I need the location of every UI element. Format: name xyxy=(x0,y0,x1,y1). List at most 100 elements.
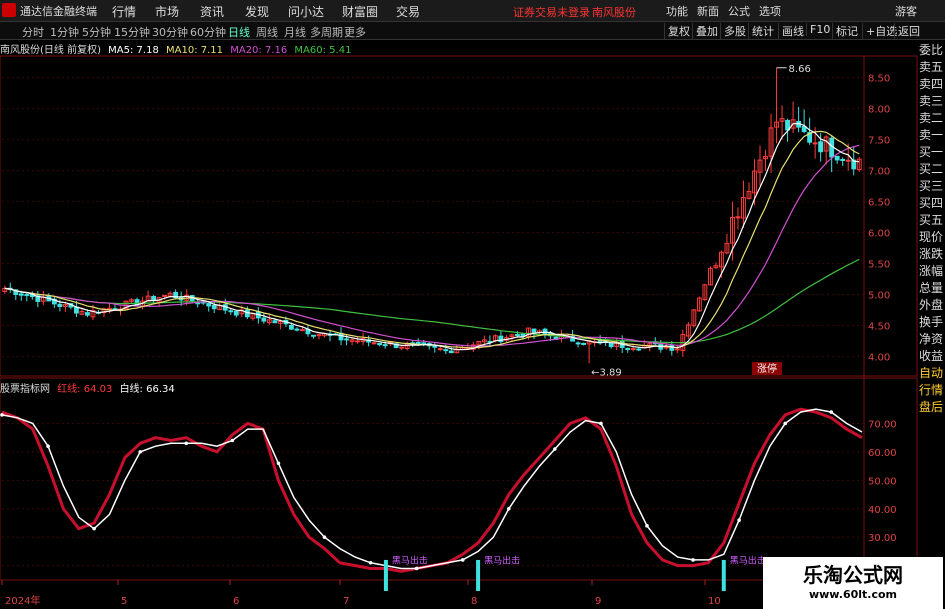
candle-body xyxy=(233,310,239,316)
candle-body xyxy=(443,349,449,352)
x-tick-label: 2024年 xyxy=(5,594,40,607)
candle-body xyxy=(840,159,846,162)
candle-body xyxy=(575,342,581,345)
signal-bar xyxy=(383,559,388,591)
candle-body xyxy=(812,142,818,145)
indicator-tick-label: 60.00 xyxy=(868,448,897,459)
price-tick-label: 6.50 xyxy=(868,198,890,209)
sidebar-item-ask2[interactable]: 卖二 xyxy=(917,110,945,127)
sidebar-item-ask5[interactable]: 卖五 xyxy=(917,59,945,76)
indicator-tick-label: 50.00 xyxy=(868,476,897,487)
sidebar-item-bid1[interactable]: 买一 xyxy=(917,144,945,161)
candle-body xyxy=(18,293,24,296)
sidebar-item-ask1[interactable]: 卖一 xyxy=(917,127,945,144)
high-price-annotation: 8.66 xyxy=(789,64,811,75)
white-line-point xyxy=(0,413,4,417)
candle-body xyxy=(625,347,631,350)
x-tick-label: 5 xyxy=(121,596,127,607)
white-line-point xyxy=(276,461,281,466)
candle-body xyxy=(85,312,90,316)
price-panel-frame xyxy=(0,55,918,377)
quote-sidebar: 委比 卖五 卖四 卖三 卖二 卖一 买一 买二 买三 买四 买五 现价 涨跌 涨… xyxy=(917,42,945,582)
sidebar-item-after-hours[interactable]: 盘后 xyxy=(917,399,945,416)
candle-body xyxy=(294,328,300,331)
watermark-url: www.60lt.com xyxy=(808,588,898,601)
indicator-tick-label: 40.00 xyxy=(868,505,897,516)
indicator-tick-label: 70.00 xyxy=(868,419,897,430)
signal-bar xyxy=(721,559,726,591)
white-line-point xyxy=(92,526,96,531)
candle-body xyxy=(311,334,316,337)
site-watermark: 乐淘公式网 www.60lt.com xyxy=(763,557,943,609)
candle-body xyxy=(432,345,438,348)
price-tick-label: 7.00 xyxy=(868,167,890,178)
candle-body xyxy=(845,159,851,162)
candle-body xyxy=(344,338,349,341)
candle-body xyxy=(834,155,840,161)
white-line-point xyxy=(414,566,419,571)
sidebar-item-turnover[interactable]: 换手 xyxy=(917,314,945,331)
signal-label: 黑马出击 xyxy=(392,555,428,567)
indicator-tick-label: 30.00 xyxy=(868,533,897,544)
indicator-panel-frame xyxy=(0,377,918,581)
sidebar-item-net-asset[interactable]: 净资 xyxy=(917,331,945,348)
sidebar-item-ask3[interactable]: 卖三 xyxy=(917,93,945,110)
candle-body xyxy=(272,320,278,324)
red-indicator-line xyxy=(1,407,863,573)
white-indicator-line xyxy=(1,408,863,570)
sidebar-item-bid2[interactable]: 买二 xyxy=(917,161,945,178)
candle-body xyxy=(581,342,587,345)
sidebar-item-outer[interactable]: 外盘 xyxy=(917,297,945,314)
sidebar-item-volume[interactable]: 总量 xyxy=(917,280,945,297)
sidebar-item-change-pct[interactable]: 涨幅 xyxy=(917,263,945,280)
white-line-point xyxy=(645,524,649,528)
sidebar-item-earnings[interactable]: 收益 xyxy=(917,348,945,365)
white-line-point xyxy=(783,421,788,426)
candle-body xyxy=(288,324,294,330)
x-tick-label: 6 xyxy=(233,596,239,607)
signal-label: 黑马出击 xyxy=(484,555,520,567)
white-line-point xyxy=(46,444,50,448)
candle-body xyxy=(206,303,212,307)
candle-body xyxy=(674,348,680,351)
price-tick-label: 5.50 xyxy=(868,260,890,271)
candle-body xyxy=(24,294,30,297)
white-line-point xyxy=(737,518,741,522)
candle-body xyxy=(162,294,168,297)
x-tick-label: 7 xyxy=(343,596,349,607)
candle-body xyxy=(211,304,217,310)
sidebar-item-bid3[interactable]: 买三 xyxy=(917,178,945,195)
x-tick-label: 9 xyxy=(595,596,601,607)
price-tick-label: 6.00 xyxy=(868,229,890,240)
price-tick-label: 8.00 xyxy=(868,105,890,116)
candle-body xyxy=(355,340,361,343)
price-tick-label: 4.50 xyxy=(868,322,890,333)
sidebar-item-price[interactable]: 现价 xyxy=(917,229,945,246)
candle-body xyxy=(608,342,614,348)
white-line-point xyxy=(829,410,834,414)
white-line-point xyxy=(599,421,603,426)
candle-body xyxy=(515,334,520,337)
candle-body xyxy=(630,348,636,351)
price-tick-label: 7.50 xyxy=(868,136,890,147)
ma20-line xyxy=(4,144,860,347)
sidebar-item-bid4[interactable]: 买四 xyxy=(917,195,945,212)
sidebar-item-change[interactable]: 涨跌 xyxy=(917,246,945,263)
white-line-point xyxy=(553,447,557,451)
candle-body xyxy=(531,328,537,334)
candle-body xyxy=(415,341,421,345)
white-line-point xyxy=(460,558,465,562)
candle-body xyxy=(382,344,388,347)
signal-label: 黑马出击 xyxy=(730,555,766,567)
price-tick-label: 4.00 xyxy=(868,353,890,364)
candle-body xyxy=(448,350,454,354)
sidebar-item-quote[interactable]: 行情 xyxy=(917,382,945,399)
sidebar-item-bid5[interactable]: 买五 xyxy=(917,212,945,229)
candle-body xyxy=(261,317,267,322)
price-tick-label: 5.00 xyxy=(868,291,890,302)
sidebar-item-ask4[interactable]: 卖四 xyxy=(917,76,945,93)
candle-body xyxy=(57,303,63,307)
candle-body xyxy=(636,348,642,351)
sidebar-item-auto[interactable]: 自动 xyxy=(917,365,945,382)
sidebar-item-bid-ratio[interactable]: 委比 xyxy=(917,42,945,59)
